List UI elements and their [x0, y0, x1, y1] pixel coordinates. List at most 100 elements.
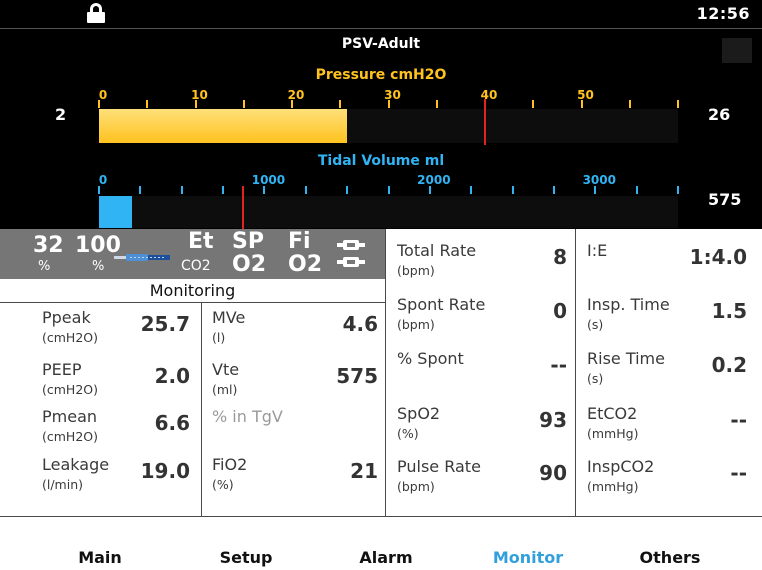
nav-tab-setup[interactable]: Setup	[220, 548, 273, 567]
param-name: % in TgV	[212, 407, 283, 426]
grid-divider	[0, 516, 762, 517]
param-unit: (cmH2O)	[42, 429, 98, 444]
grid-divider	[201, 302, 202, 516]
spo2-label-sp: SP	[232, 229, 264, 254]
nav-tab-main[interactable]: Main	[78, 548, 122, 567]
gauge-tick	[180, 186, 183, 194]
param-name: PEEP	[42, 360, 82, 379]
param-name: Vte	[212, 360, 240, 379]
nav-tab-alarm[interactable]: Alarm	[359, 548, 412, 567]
nav-tab-others[interactable]: Others	[640, 548, 701, 567]
gauge-tick-label: 10	[191, 88, 208, 102]
gauge-tick-label: 30	[384, 88, 401, 102]
volume-gauge-title: Tidal Volume ml	[317, 153, 445, 169]
gauge-tick	[532, 100, 535, 108]
gauge-tick	[346, 186, 349, 194]
param-value: 1.5	[711, 299, 747, 323]
param-unit: (%)	[397, 426, 419, 441]
sensor-connector-icon	[337, 257, 365, 267]
param-unit: (cmH2O)	[42, 382, 98, 397]
param-name: Insp. Time	[587, 295, 670, 314]
param-unit: (cmH2O)	[42, 330, 98, 345]
fio2-label-o2: O2	[288, 252, 323, 277]
param-value: --	[730, 408, 747, 432]
param-name: MVe	[212, 308, 246, 327]
gauge-tick-label: 1000	[251, 173, 286, 187]
gauge-tick	[552, 186, 555, 194]
status-bar: 12:56	[0, 0, 762, 28]
param-value: 0.2	[711, 353, 747, 377]
gauge-tick	[511, 186, 514, 194]
lock-icon[interactable]	[87, 3, 105, 23]
param-value: --	[730, 461, 747, 485]
param-value: 90	[539, 461, 567, 485]
param-unit: (s)	[587, 317, 604, 332]
gauge-tick-label: 0	[98, 173, 108, 187]
param-name: I:E	[587, 241, 608, 260]
gauge-tick	[470, 186, 473, 194]
gauge-tick	[242, 100, 245, 108]
param-value: 2.0	[154, 364, 190, 388]
param-name: Spont Rate	[397, 295, 486, 314]
gauge-tick	[263, 186, 266, 194]
param-name: EtCO2	[587, 404, 638, 423]
grid-divider	[575, 229, 576, 516]
nav-tab-monitor[interactable]: Monitor	[493, 548, 563, 567]
o2-value-a: 32	[33, 233, 64, 258]
gauge-tick	[387, 186, 390, 194]
param-unit: (mmHg)	[587, 479, 639, 494]
param-value: 19.0	[140, 459, 190, 483]
nebulizer-icon	[114, 254, 170, 261]
param-value: 575	[336, 364, 378, 388]
param-value: 0	[553, 299, 567, 323]
param-value: 21	[350, 459, 378, 483]
param-unit: (%)	[212, 477, 234, 492]
gauge-tick-label: 3000	[582, 173, 616, 187]
pressure-right-value: 26	[708, 105, 731, 124]
gauge-tick	[635, 186, 638, 194]
gauge-tick	[339, 100, 342, 108]
gauge-tick-label: 50	[577, 88, 594, 102]
param-name: InspCO2	[587, 457, 655, 476]
waveform-panel: 12:56 PSV-Adult Pressure cmH2O 0 10 20 30 40…	[0, 0, 762, 230]
grid-divider	[0, 302, 385, 303]
o2-unit-a: %	[38, 259, 51, 274]
gauge-tick-label: 20	[287, 88, 305, 102]
etco2-label-et: Et	[188, 229, 214, 254]
param-name: Ppeak	[42, 308, 91, 327]
param-value: 1:4.0	[689, 245, 747, 269]
gauge-tick	[146, 100, 149, 108]
gauge-tick	[594, 186, 597, 194]
pressure-left-value: 2	[55, 105, 67, 124]
volume-right-value: 575	[708, 190, 742, 209]
param-unit: (l)	[212, 330, 226, 345]
spo2-label-o2: O2	[232, 252, 267, 277]
fio2-label-fi: Fi	[288, 229, 311, 254]
pressure-gauge-fill	[99, 109, 347, 143]
param-value: 6.6	[154, 411, 190, 435]
indicator-strip: 32 % 100 % Et CO2 SP O2 Fi O2	[0, 229, 385, 279]
pressure-gauge-limit-marker	[484, 99, 486, 145]
param-name: Pulse Rate	[397, 457, 481, 476]
param-name: SpO2	[397, 404, 441, 423]
param-name: Total Rate	[397, 241, 477, 260]
gauge-tick-label: 0	[98, 88, 108, 102]
param-unit: (bpm)	[397, 317, 435, 332]
gauge-tick	[677, 186, 679, 194]
param-name: Leakage	[42, 455, 110, 474]
volume-gauge-track	[99, 196, 678, 228]
param-name: % Spont	[397, 349, 464, 368]
grid-divider	[385, 229, 386, 516]
gauge-tick	[428, 186, 431, 194]
status-divider	[0, 28, 762, 29]
sensor-connector-icon	[337, 240, 365, 250]
gauge-tick	[677, 100, 679, 108]
volume-gauge-limit-marker	[241, 186, 244, 230]
o2-unit-b: %	[92, 259, 105, 274]
param-unit: (bpm)	[397, 263, 435, 278]
gauge-tick	[222, 186, 225, 194]
gauge-tick	[628, 100, 631, 108]
volume-gauge-fill	[99, 196, 133, 228]
gauge-tick	[435, 100, 438, 108]
gauge-tick-label: 2000	[417, 173, 451, 187]
